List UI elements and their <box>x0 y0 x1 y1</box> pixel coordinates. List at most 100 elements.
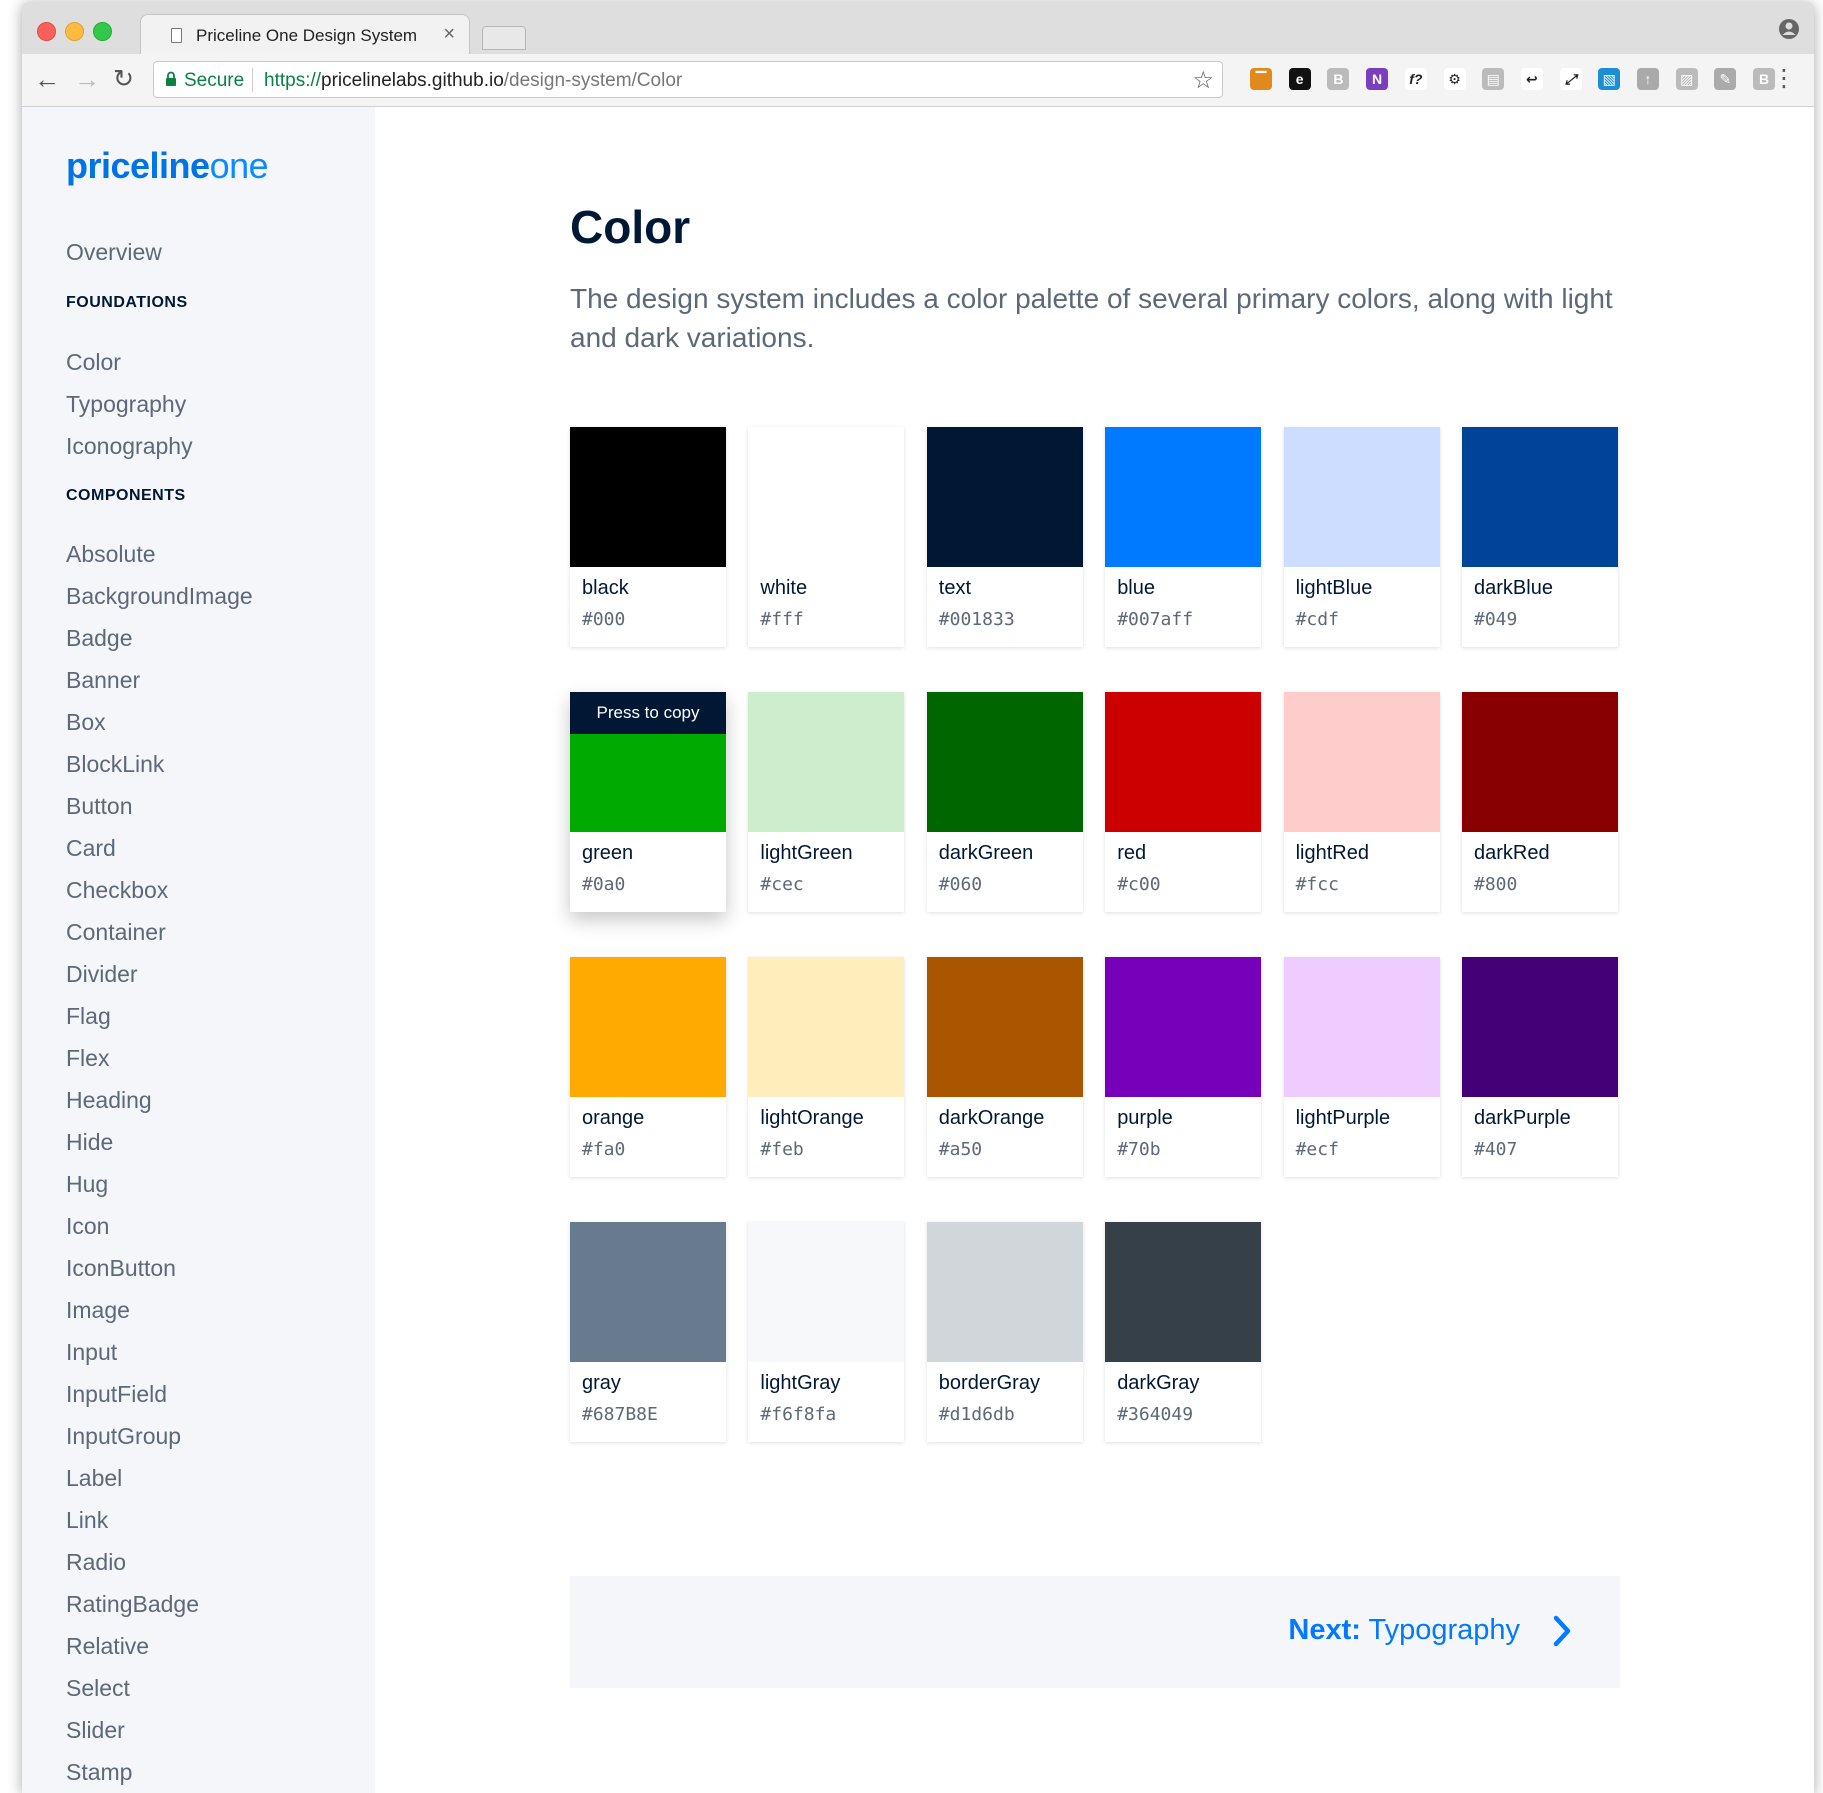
color-swatch-darkGreen[interactable]: darkGreen #060 <box>926 692 1083 912</box>
sidebar-item-flag[interactable]: Flag <box>66 1003 111 1030</box>
color-swatch-lightBlue[interactable]: lightBlue #cdf <box>1283 427 1440 647</box>
swatch-color-block <box>926 957 1083 1097</box>
screenshot-icon[interactable]: ▧ <box>1598 68 1621 90</box>
sidebar-item-absolute[interactable]: Absolute <box>66 541 156 568</box>
swatch-hex: #ecf <box>1295 1139 1339 1160</box>
next-link-text: Next: Typography <box>1288 1614 1520 1647</box>
browser-tab[interactable]: Priceline One Design System × <box>140 14 470 55</box>
onenote-icon[interactable]: N <box>1366 68 1389 90</box>
bookmark-star-icon[interactable]: ☆ <box>1192 66 1214 95</box>
sidebar-item-ratingbadge[interactable]: RatingBadge <box>66 1591 199 1618</box>
color-swatch-darkGray[interactable]: darkGray #364049 <box>1105 1222 1262 1442</box>
color-swatch-black[interactable]: black #000 <box>570 427 726 647</box>
maximize-window-button[interactable] <box>93 22 112 41</box>
priceline-one-logo[interactable]: pricelineone <box>66 145 269 187</box>
sidebar-item-link[interactable]: Link <box>66 1507 108 1534</box>
close-window-button[interactable] <box>37 22 56 41</box>
swatch-name: lightOrange <box>760 1107 864 1129</box>
color-swatch-purple[interactable]: purple #70b <box>1105 957 1262 1177</box>
swatch-color-block <box>1105 692 1262 832</box>
sidebar-item-image[interactable]: Image <box>66 1297 130 1324</box>
reload-icon[interactable]: ↻ <box>113 64 134 94</box>
close-tab-icon[interactable]: × <box>443 23 455 46</box>
color-swatch-text[interactable]: text #001833 <box>926 427 1083 647</box>
minimize-window-button[interactable] <box>65 22 84 41</box>
pen-icon[interactable]: ✎ <box>1714 68 1737 90</box>
back-arrow-icon[interactable]: ← <box>34 64 60 94</box>
swatch-color-block <box>926 692 1083 832</box>
color-swatch-darkBlue[interactable]: darkBlue #049 <box>1462 427 1618 647</box>
evernote-icon[interactable]: e <box>1288 68 1311 90</box>
sidebar-item-hide[interactable]: Hide <box>66 1129 113 1156</box>
sidebar-item-badge[interactable]: Badge <box>66 625 133 652</box>
sidebar-item-banner[interactable]: Banner <box>66 667 140 694</box>
resize-icon[interactable]: ⤢ <box>1559 68 1582 90</box>
profile-icon[interactable] <box>1778 18 1800 40</box>
sidebar-item-typography[interactable]: Typography <box>66 391 186 418</box>
sidebar-item-inputfield[interactable]: InputField <box>66 1381 167 1408</box>
sidebar-item-color[interactable]: Color <box>66 349 121 376</box>
sidebar-item-backgroundimage[interactable]: BackgroundImage <box>66 583 253 610</box>
color-swatch-lightRed[interactable]: lightRed #fcc <box>1283 692 1440 912</box>
secure-label: Secure <box>184 70 245 91</box>
sidebar-item-radio[interactable]: Radio <box>66 1549 126 1576</box>
color-swatch-white[interactable]: white #fff <box>748 427 905 647</box>
extension-icon[interactable]: ↑ <box>1637 68 1659 90</box>
sidebar-item-checkbox[interactable]: Checkbox <box>66 877 168 904</box>
more-menu-icon[interactable]: ⋮ <box>1772 64 1796 94</box>
sidebar-item-relative[interactable]: Relative <box>66 1633 149 1660</box>
color-swatch-blue[interactable]: blue #007aff <box>1105 427 1262 647</box>
sidebar-item-label[interactable]: Label <box>66 1465 122 1492</box>
sidebar-item-iconography[interactable]: Iconography <box>66 433 193 460</box>
sidebar-item-icon[interactable]: Icon <box>66 1213 109 1240</box>
sidebar-item-iconbutton[interactable]: IconButton <box>66 1255 176 1282</box>
swatch-hex: #feb <box>760 1139 804 1160</box>
sidebar-item-flex[interactable]: Flex <box>66 1045 109 1072</box>
address-bar[interactable]: Secure https://pricelinelabs.github.io/d… <box>153 61 1223 98</box>
next-page-link[interactable]: Next: Typography <box>570 1576 1620 1688</box>
sidebar-item-blocklink[interactable]: BlockLink <box>66 751 164 778</box>
formula-icon[interactable]: f? <box>1404 68 1427 90</box>
color-swatch-green[interactable]: green #0a0 Press to copy <box>570 692 726 912</box>
page-icon[interactable]: ▤ <box>1482 68 1505 90</box>
sidebar-item-heading[interactable]: Heading <box>66 1087 152 1114</box>
sidebar-item-hug[interactable]: Hug <box>66 1171 108 1198</box>
readability-icon[interactable]: B <box>1327 68 1350 90</box>
color-swatch-darkOrange[interactable]: darkOrange #a50 <box>926 957 1083 1177</box>
sidebar-item-card[interactable]: Card <box>66 835 116 862</box>
swatch-hex: #049 <box>1474 609 1518 630</box>
sidebar-item-input[interactable]: Input <box>66 1339 117 1366</box>
sidebar-item-overview[interactable]: Overview <box>66 239 162 266</box>
forward-arrow-icon[interactable]: → <box>74 64 100 94</box>
swatch-hex: #fa0 <box>582 1139 626 1160</box>
sidebar-item-slider[interactable]: Slider <box>66 1717 125 1744</box>
bookmark-flag-icon[interactable]: ▔ <box>1250 68 1272 90</box>
sidebar-item-inputgroup[interactable]: InputGroup <box>66 1423 181 1450</box>
chart-icon[interactable]: ▨ <box>1675 68 1698 90</box>
color-swatch-lightOrange[interactable]: lightOrange #feb <box>748 957 905 1177</box>
sidebar-item-select[interactable]: Select <box>66 1675 130 1702</box>
new-tab-button[interactable] <box>482 26 526 50</box>
browser-window: Priceline One Design System × ← → ↻ Secu… <box>22 2 1814 1793</box>
color-swatch-lightPurple[interactable]: lightPurple #ecf <box>1283 957 1440 1177</box>
color-swatch-orange[interactable]: orange #fa0 <box>570 957 726 1177</box>
swatch-color-block <box>570 1222 726 1362</box>
swatch-name: red <box>1117 842 1147 864</box>
wrench-icon[interactable]: ⚙ <box>1443 68 1466 90</box>
swatch-hex: #001833 <box>938 609 1015 630</box>
url-text[interactable]: https://pricelinelabs.github.io/design-s… <box>264 70 682 92</box>
color-swatch-gray[interactable]: gray #687B8E <box>570 1222 726 1442</box>
tab-icon[interactable]: ↩ <box>1520 68 1543 90</box>
color-swatch-borderGray[interactable]: borderGray #d1d6db <box>926 1222 1083 1442</box>
swatch-hex: #060 <box>938 874 983 895</box>
color-swatch-darkRed[interactable]: darkRed #800 <box>1462 692 1618 912</box>
color-swatch-darkPurple[interactable]: darkPurple #407 <box>1462 957 1618 1177</box>
color-swatch-lightGray[interactable]: lightGray #f6f8fa <box>748 1222 905 1442</box>
sidebar-item-stamp[interactable]: Stamp <box>66 1759 132 1786</box>
sidebar-item-divider[interactable]: Divider <box>66 961 138 988</box>
sidebar-item-button[interactable]: Button <box>66 793 133 820</box>
color-swatch-lightGreen[interactable]: lightGreen #cec <box>748 692 905 912</box>
sidebar-item-container[interactable]: Container <box>66 919 166 946</box>
color-swatch-red[interactable]: red #c00 <box>1105 692 1262 912</box>
sidebar-item-box[interactable]: Box <box>66 709 106 736</box>
